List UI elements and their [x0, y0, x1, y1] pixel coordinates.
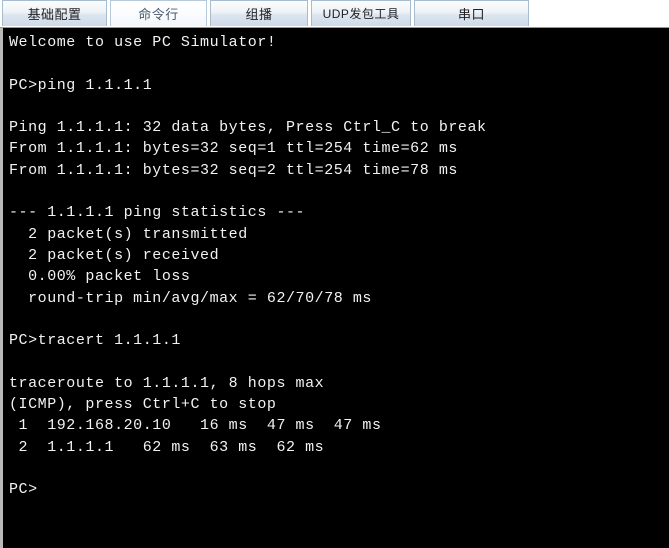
- terminal-line: From 1.1.1.1: bytes=32 seq=1 ttl=254 tim…: [9, 140, 458, 158]
- terminal-line: --- 1.1.1.1 ping statistics ---: [9, 204, 306, 222]
- tab-multicast-label: 组播: [245, 7, 273, 22]
- terminal-line: 1 192.168.20.10 16 ms 47 ms 47 ms: [9, 417, 382, 435]
- terminal-line: 2 1.1.1.1 62 ms 63 ms 62 ms: [9, 438, 325, 456]
- tab-udp-packet-tool-label: UDP发包工具: [322, 7, 400, 21]
- tab-udp-packet-tool[interactable]: UDP发包工具: [311, 0, 411, 26]
- tab-multicast[interactable]: 组播: [210, 0, 308, 26]
- tab-serial-port[interactable]: 串口: [414, 0, 529, 26]
- terminal-line: 2 packet(s) received: [9, 246, 220, 264]
- terminal-line: Welcome to use PC Simulator!: [9, 34, 277, 51]
- tab-basic-config-label: 基础配置: [27, 7, 82, 22]
- terminal-line: round-trip min/avg/max = 62/70/78 ms: [9, 289, 372, 307]
- terminal-line: PC>tracert 1.1.1.1: [9, 332, 181, 350]
- tab-command-line[interactable]: 命令行: [110, 0, 207, 26]
- terminal-line: 2 packet(s) transmitted: [9, 225, 248, 243]
- terminal-line: PC>ping 1.1.1.1: [9, 76, 153, 94]
- terminal-line: traceroute to 1.1.1.1, 8 hops max: [9, 374, 325, 392]
- terminal-line: 0.00% packet loss: [9, 268, 191, 286]
- terminal-line: From 1.1.1.1: bytes=32 seq=2 ttl=254 tim…: [9, 161, 458, 179]
- tab-command-line-label: 命令行: [138, 7, 179, 22]
- tab-basic-config[interactable]: 基础配置: [2, 0, 107, 26]
- tab-bar: 基础配置 命令行 组播 UDP发包工具 串口: [0, 0, 669, 28]
- terminal-output: Welcome to use PC Simulator! PC>ping 1.1…: [3, 28, 669, 501]
- pc-simulator-window: 基础配置 命令行 组播 UDP发包工具 串口 Welcome to use PC…: [0, 0, 669, 548]
- tab-serial-port-label: 串口: [457, 7, 485, 22]
- terminal-line: (ICMP), press Ctrl+C to stop: [9, 396, 277, 414]
- terminal-line: Ping 1.1.1.1: 32 data bytes, Press Ctrl_…: [9, 119, 487, 137]
- terminal-line: PC>: [9, 481, 38, 499]
- terminal-console[interactable]: Welcome to use PC Simulator! PC>ping 1.1…: [0, 28, 669, 548]
